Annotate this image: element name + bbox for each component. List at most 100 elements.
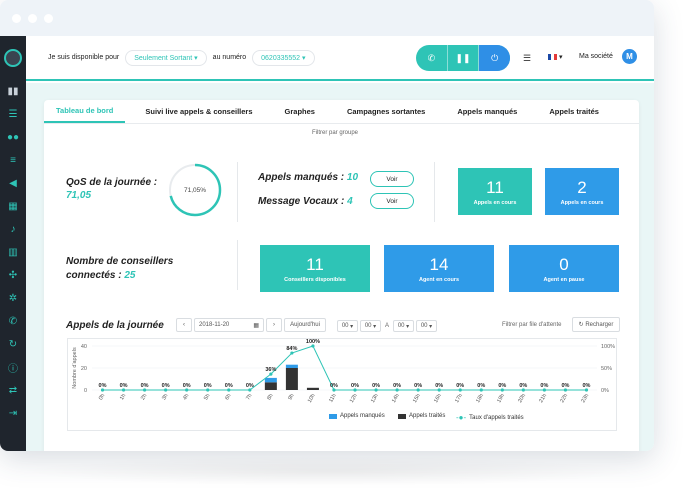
y-tick-label: 20 (81, 366, 87, 372)
rate-data-label: 0% (561, 383, 569, 389)
legend-swatch (329, 413, 337, 419)
x-tick-label: 17h (454, 393, 464, 404)
rate-data-label: 0% (351, 383, 359, 389)
y-tick-label: 0 (84, 388, 87, 394)
settings-icon[interactable]: ✲ (0, 287, 26, 310)
window-shadow (20, 456, 640, 486)
power-button[interactable]: ⏻ (479, 45, 510, 71)
avatar[interactable]: M (622, 49, 637, 64)
french-flag-icon (548, 54, 557, 60)
rate-data-label: 36% (265, 367, 276, 373)
x-tick-label: 0h (98, 393, 106, 401)
bar-missed (285, 364, 298, 368)
stats-icon[interactable]: ▥ (0, 241, 26, 264)
building-icon[interactable]: ▦ (0, 195, 26, 218)
x-tick-label: 7h (245, 393, 253, 401)
rate-data-label: 0% (204, 383, 212, 389)
info-icon[interactable]: ⓘ (0, 356, 26, 379)
app-window: ▮▮ ☰ ●● ≡ ◀ ▦ ♪ ▥ ✣ ✲ ✆ ↻ ⓘ ⇄ ⇥ Je suis … (0, 0, 654, 451)
x-tick-label: 20h (517, 393, 527, 404)
x-tick-label: 22h (559, 393, 569, 404)
x-tick-label: 8h (266, 393, 274, 401)
x-tick-label: 4h (182, 393, 190, 401)
window-dot[interactable] (44, 13, 53, 23)
ivr-icon[interactable]: ≡ (0, 149, 26, 172)
rate-data-label: 0% (372, 383, 380, 389)
top-bar: Je suis disponible pour Seulement Sortan… (26, 36, 654, 81)
x-tick-label: 1h (119, 393, 127, 401)
power-icon: ⏻ (491, 52, 499, 63)
pause-button[interactable]: ❚❚ (448, 45, 480, 71)
bar-handled (264, 382, 277, 390)
company-name[interactable]: Ma société (579, 53, 613, 60)
x-tick-label: 21h (538, 393, 548, 404)
rate-data-label: 0% (519, 383, 527, 389)
legend-label: Taux d'appels traités (469, 414, 524, 421)
rate-data-label: 0% (99, 383, 107, 389)
history-icon[interactable]: ↻ (0, 333, 26, 356)
integrations-icon[interactable]: ✣ (0, 264, 26, 287)
window-dot[interactable] (28, 13, 37, 23)
x-tick-label: 11h (328, 393, 338, 404)
x-tick-label: 18h (475, 393, 485, 404)
list-icon[interactable]: ☰ (0, 103, 26, 126)
rate-data-label: 0% (120, 383, 128, 389)
transfer-icon[interactable]: ⇄ (0, 379, 26, 402)
legend-swatch (398, 413, 406, 419)
rate-data-label: 0% (477, 383, 485, 389)
rate-data-label: 0% (141, 383, 149, 389)
rate-data-label: 0% (540, 383, 548, 389)
y2-tick-label: 100% (601, 344, 615, 350)
y2-tick-label: 50% (601, 366, 612, 372)
x-tick-label: 19h (496, 393, 506, 404)
speaker-icon[interactable]: ◀ (0, 172, 26, 195)
list-menu-icon[interactable]: ☰ (523, 53, 531, 64)
rate-data-label: 0% (498, 383, 506, 389)
app-logo[interactable] (0, 36, 26, 80)
calls-chart: 0 20 40 0% 50% 100% Nombre d'appels 0h 1h 2h 3h 4h 5… (72, 339, 615, 404)
pause-icon: ❚❚ (455, 52, 471, 63)
legend-label: Appels traités (409, 413, 446, 419)
y-tick-label: 40 (81, 344, 87, 350)
legend-item-missed[interactable]: Appels manqués (329, 413, 385, 419)
monkey-logo-icon (4, 49, 22, 67)
phone-icon: ✆ (427, 52, 436, 63)
sidebar: ▮▮ ☰ ●● ≡ ◀ ▦ ♪ ▥ ✣ ✲ ✆ ↻ ⓘ ⇄ ⇥ (0, 36, 26, 451)
x-tick-label: 15h (412, 393, 422, 404)
legend-item-rate[interactable]: -●- Taux d'appels traités (456, 413, 524, 422)
bar-handled (306, 387, 319, 390)
dashboard-icon[interactable]: ▮▮ (0, 80, 26, 103)
phone-number-select[interactable]: 0620335552 ▾ (252, 49, 315, 66)
rate-data-label: 0% (414, 383, 422, 389)
logout-icon[interactable]: ⇥ (0, 402, 26, 425)
microphone-icon[interactable]: ♪ (0, 218, 26, 241)
main-content: Tableau de bord Suivi live appels & cons… (26, 83, 654, 451)
x-tick-label: 12h (349, 393, 359, 404)
y2-tick-label: 0% (601, 388, 609, 394)
x-tick-label: 13h (370, 393, 380, 404)
users-icon[interactable]: ●● (0, 126, 26, 149)
phone-button[interactable]: ✆ (416, 45, 448, 71)
phone-icon[interactable]: ✆ (0, 310, 26, 333)
x-tick-label: 9h (287, 393, 295, 401)
rate-data-label: 0% (393, 383, 401, 389)
rate-data-label: 100% (306, 339, 320, 345)
number-label: au numéro (212, 54, 247, 61)
rate-data-label: 0% (456, 383, 464, 389)
dashboard-card: Tableau de bord Suivi live appels & cons… (44, 100, 639, 451)
rate-data-label: 0% (435, 383, 443, 389)
rate-data-label: 84% (286, 346, 297, 352)
x-tick-label: 23h (580, 393, 590, 404)
phone-number-value: 0620335552 (261, 54, 301, 62)
y-axis-label: Nombre d'appels (72, 347, 78, 389)
language-select[interactable]: ▾ (548, 53, 563, 61)
rate-data-label: 0% (583, 383, 591, 389)
window-dot[interactable] (12, 13, 21, 23)
legend-item-handled[interactable]: Appels traités (398, 413, 445, 419)
availability-mode-select[interactable]: Seulement Sortant ▾ (125, 49, 207, 66)
legend-label: Appels manqués (340, 413, 385, 419)
rate-data-label: 0% (183, 383, 191, 389)
rate-data-label: 0% (330, 383, 338, 389)
x-tick-label: 2h (140, 393, 148, 401)
x-tick-label: 5h (203, 393, 211, 401)
